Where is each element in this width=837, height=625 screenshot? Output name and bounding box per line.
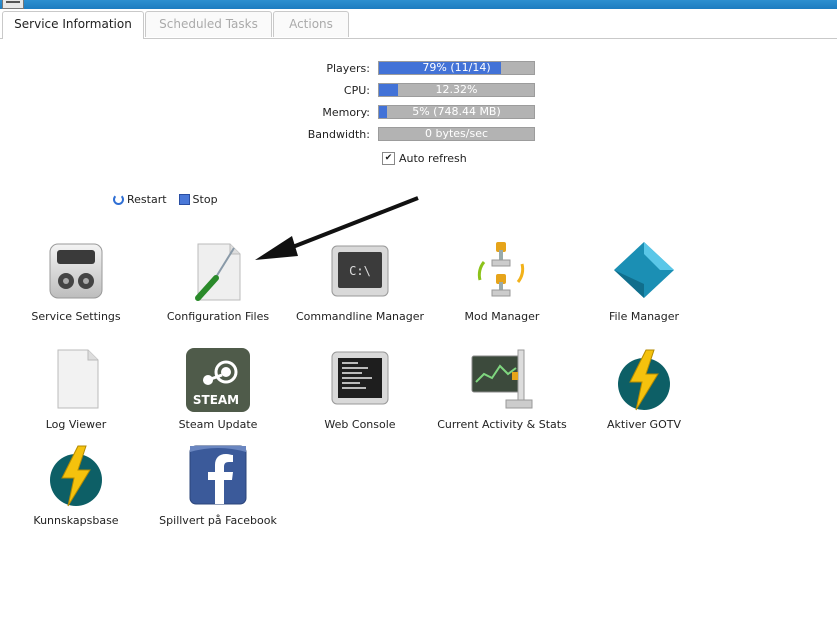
bandwidth-bar: 0 bytes/sec xyxy=(378,127,535,141)
tab-service-information[interactable]: Service Information xyxy=(2,11,144,39)
tile-kunnskapsbase[interactable]: Kunnskapsbase xyxy=(6,444,146,527)
tile-label: Service Settings xyxy=(31,310,121,323)
tile-label: Web Console xyxy=(324,418,396,431)
tab-actions[interactable]: Actions xyxy=(273,11,349,37)
tile-label: Spillvert på Facebook xyxy=(159,514,277,527)
tile-web-console[interactable]: Web Console xyxy=(290,348,430,431)
tab-scheduled-tasks[interactable]: Scheduled Tasks xyxy=(145,11,272,37)
activity-stats-icon xyxy=(470,348,534,412)
auto-refresh-label: Auto refresh xyxy=(399,152,467,165)
steam-icon: STEAM xyxy=(186,348,250,412)
cpu-bar: 12.32% xyxy=(378,83,535,97)
knowledge-base-icon xyxy=(44,444,108,508)
stop-link[interactable]: Stop xyxy=(193,193,218,206)
bandwidth-label: Bandwidth: xyxy=(307,128,370,141)
restart-link[interactable]: Restart xyxy=(127,193,167,206)
tile-mod-manager[interactable]: Mod Manager xyxy=(432,240,572,323)
tile-current-activity-stats[interactable]: Current Activity & Stats xyxy=(432,348,572,431)
tile-log-viewer[interactable]: Log Viewer xyxy=(6,348,146,431)
cpu-label: CPU: xyxy=(343,84,370,97)
tile-label: File Manager xyxy=(608,310,680,323)
service-controls: Restart Stop xyxy=(113,193,218,206)
bandwidth-value: 0 bytes/sec xyxy=(424,127,489,140)
memory-value: 5% (748.44 MB) xyxy=(412,105,501,118)
tile-label: Commandline Manager xyxy=(295,310,425,323)
memory-bar: 5% (748.44 MB) xyxy=(378,105,535,119)
tile-commandline-manager[interactable]: C:\ Commandline Manager xyxy=(290,240,430,323)
restart-icon[interactable] xyxy=(113,194,124,205)
tile-configuration-files[interactable]: Configuration Files xyxy=(148,240,288,323)
web-console-icon xyxy=(328,348,392,412)
tab-bar: Service Information Scheduled Tasks Acti… xyxy=(0,10,837,39)
tile-label: Steam Update xyxy=(178,418,258,431)
tile-label: Configuration Files xyxy=(166,310,270,323)
mod-manager-icon xyxy=(470,240,534,304)
tile-label: Log Viewer xyxy=(45,418,107,431)
players-label: Players: xyxy=(326,62,370,75)
svg-text:C:\: C:\ xyxy=(349,264,371,278)
tile-steam-update[interactable]: STEAM Steam Update xyxy=(148,348,288,431)
tile-file-manager[interactable]: File Manager xyxy=(574,240,714,323)
log-viewer-icon xyxy=(44,348,108,412)
steam-logo-text: STEAM xyxy=(193,393,239,407)
window-icon xyxy=(2,0,24,9)
gotv-icon xyxy=(612,348,676,412)
players-bar: 79% (11/14) xyxy=(378,61,535,75)
memory-label: Memory: xyxy=(322,106,370,119)
tile-label: Mod Manager xyxy=(464,310,540,323)
tile-service-settings[interactable]: Service Settings xyxy=(6,240,146,323)
tile-aktiver-gotv[interactable]: Aktiver GOTV xyxy=(574,348,714,431)
configuration-files-icon xyxy=(186,240,250,304)
tile-spillvert-facebook[interactable]: Spillvert på Facebook xyxy=(148,444,288,527)
auto-refresh-checkbox[interactable]: ✔ xyxy=(382,152,395,165)
tile-label: Kunnskapsbase xyxy=(33,514,119,527)
tile-label: Current Activity & Stats xyxy=(437,418,567,431)
window-titlebar xyxy=(0,0,837,9)
commandline-icon: C:\ xyxy=(328,240,392,304)
stop-icon[interactable] xyxy=(178,194,190,205)
service-settings-icon xyxy=(44,240,108,304)
players-value: 79% (11/14) xyxy=(422,61,491,74)
tile-label: Aktiver GOTV xyxy=(607,418,681,431)
auto-refresh[interactable]: ✔ Auto refresh xyxy=(382,152,467,165)
facebook-icon xyxy=(186,444,250,508)
file-manager-icon xyxy=(612,240,676,304)
cpu-value: 12.32% xyxy=(435,83,478,96)
